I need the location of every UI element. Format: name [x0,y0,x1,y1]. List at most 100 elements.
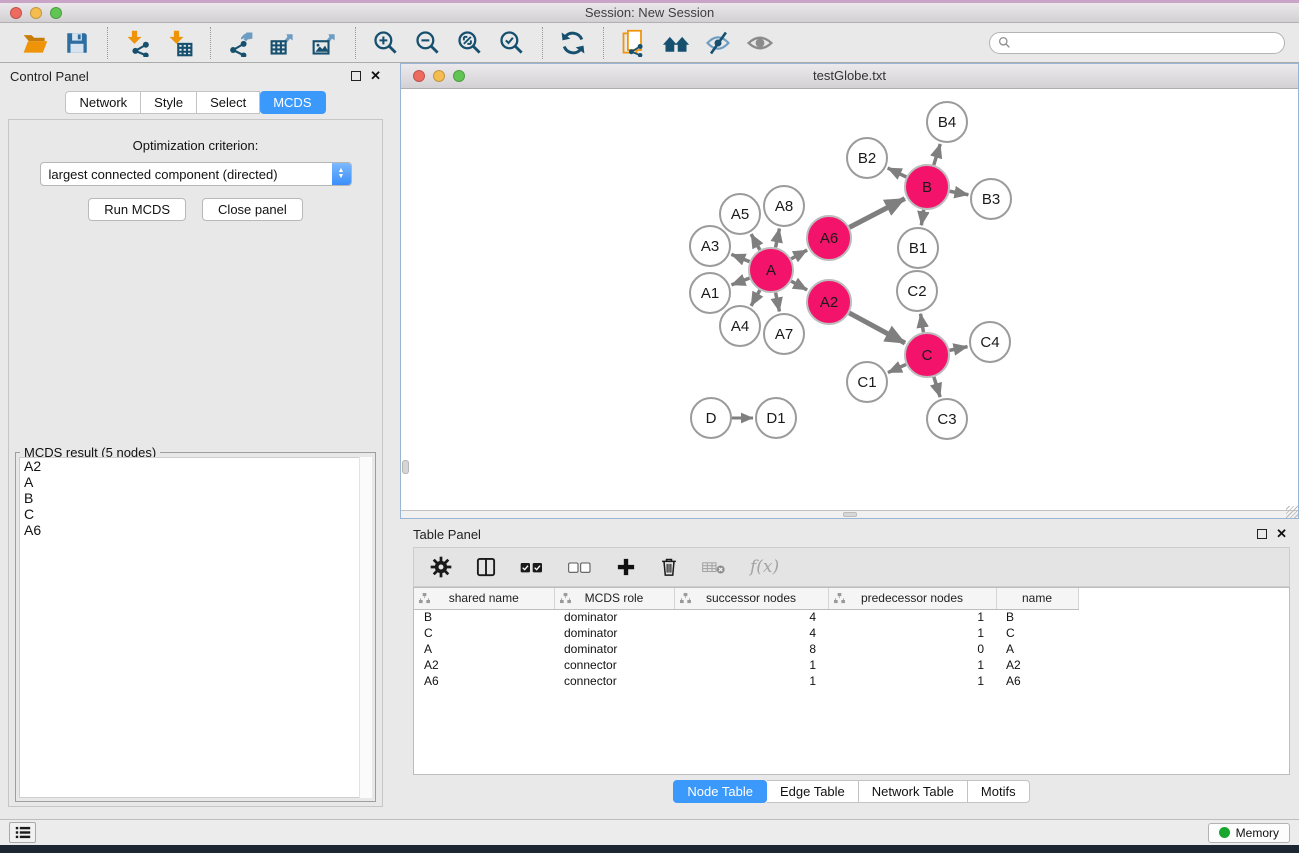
create-column-plus-icon[interactable] [616,557,636,577]
network-canvas[interactable]: AA1A2A3A4A5A6A7A8BB1B2B3B4CC1C2C3C4DD1 [401,90,1298,510]
graph-edge-A6-B[interactable] [849,199,904,228]
tab-network-table[interactable]: Network Table [859,780,968,803]
graph-node-C[interactable]: C [905,333,949,377]
export-image-icon[interactable] [309,27,341,59]
close-window-button[interactable] [10,7,22,19]
graph-node-A[interactable]: A [749,248,793,292]
import-table-icon[interactable] [164,27,196,59]
graph-edge-A-A7[interactable] [776,293,780,312]
network-zoom-button[interactable] [453,70,465,82]
column-header-MCDS-role[interactable]: MCDS role [554,588,674,609]
graph-node-D1[interactable]: D1 [756,398,796,438]
home-icon[interactable] [660,27,692,59]
tab-network[interactable]: Network [65,91,141,114]
graph-edge-C-C4[interactable] [950,347,968,351]
function-builder-icon[interactable]: f(x) [750,557,779,577]
graph-edge-A-A2[interactable] [791,281,807,290]
network-close-button[interactable] [413,70,425,82]
import-network-icon[interactable] [122,27,154,59]
graph-edge-B-B2[interactable] [888,168,907,177]
graph-edge-A-A5[interactable] [751,234,760,250]
zoom-in-icon[interactable] [370,27,402,59]
graph-node-A1[interactable]: A1 [690,273,730,313]
zoom-selected-icon[interactable] [496,27,528,59]
graph-node-A2[interactable]: A2 [807,280,851,324]
task-history-button[interactable] [9,822,36,843]
table-row[interactable]: A2connector11A2 [414,657,1078,673]
column-header-successor-nodes[interactable]: successor nodes [674,588,828,609]
delete-column-trash-icon[interactable] [660,557,678,577]
zoom-window-button[interactable] [50,7,62,19]
mcds-result-item[interactable]: A [20,474,371,490]
graph-edge-C-C2[interactable] [921,314,924,333]
graph-node-C4[interactable]: C4 [970,322,1010,362]
graph-edge-B-B1[interactable] [921,210,923,225]
window-resize-grip[interactable] [1286,506,1298,518]
graph-node-B2[interactable]: B2 [847,138,887,178]
zoom-fit-icon[interactable] [454,27,486,59]
column-header-predecessor-nodes[interactable]: predecessor nodes [828,588,996,609]
table-settings-gear-icon[interactable] [430,556,452,578]
canvas-hscroll[interactable] [401,510,1298,518]
mcds-result-item[interactable]: A2 [20,458,371,474]
hide-graphics-details-icon[interactable] [702,27,734,59]
graph-node-B4[interactable]: B4 [927,102,967,142]
graph-node-B1[interactable]: B1 [898,228,938,268]
criterion-select[interactable]: largest connected component (directed) ▲… [40,162,352,186]
graph-node-A6[interactable]: A6 [807,216,851,260]
delete-table-icon[interactable] [702,560,726,575]
graph-edge-B-B4[interactable] [934,144,940,165]
search-field[interactable] [989,32,1285,54]
tab-style[interactable]: Style [141,91,197,114]
close-panel-icon[interactable]: ✕ [370,71,381,81]
column-header-shared-name[interactable]: shared name [414,588,554,609]
memory-button[interactable]: Memory [1208,823,1290,843]
result-scrollbar[interactable] [359,457,372,798]
canvas-hscroll-thumb[interactable] [843,512,857,517]
mcds-result-item[interactable]: B [20,490,371,506]
export-table-icon[interactable] [267,27,299,59]
graph-edge-A-A4[interactable] [751,290,760,306]
mcds-result-item[interactable]: C [20,506,371,522]
show-eye-icon[interactable] [744,27,776,59]
search-input[interactable] [1016,36,1276,50]
graph-edge-C-C1[interactable] [888,364,906,372]
select-all-columns-icon[interactable] [520,560,544,574]
table-row[interactable]: Cdominator41C [414,625,1078,641]
minimize-window-button[interactable] [30,7,42,19]
tab-select[interactable]: Select [197,91,260,114]
run-mcds-button[interactable]: Run MCDS [88,198,186,221]
graph-node-B3[interactable]: B3 [971,179,1011,219]
float-table-panel-icon[interactable] [1257,529,1267,539]
graph-node-B[interactable]: B [905,165,949,209]
graph-node-D[interactable]: D [691,398,731,438]
graph-node-A8[interactable]: A8 [764,186,804,226]
tab-motifs[interactable]: Motifs [968,780,1030,803]
tab-edge-table[interactable]: Edge Table [767,780,859,803]
mcds-result-item[interactable]: A6 [20,522,371,538]
graph-edge-C-C3[interactable] [934,377,940,397]
tab-node-table[interactable]: Node Table [673,780,767,803]
graph-node-C1[interactable]: C1 [847,362,887,402]
graph-edge-A-A8[interactable] [776,229,780,248]
zoom-out-icon[interactable] [412,27,444,59]
close-table-panel-icon[interactable]: ✕ [1276,529,1287,539]
export-network-icon[interactable] [225,27,257,59]
graph-edge-A-A6[interactable] [791,250,807,259]
mcds-result-list[interactable]: A2ABCA6 [19,457,372,798]
graph-node-A4[interactable]: A4 [720,306,760,346]
table-row[interactable]: Bdominator41B [414,609,1078,625]
graph-edge-B-B3[interactable] [950,191,969,195]
open-file-icon[interactable] [19,27,51,59]
graph-edge-A-A3[interactable] [731,254,749,261]
unselect-all-columns-icon[interactable] [568,560,592,574]
graph-node-A5[interactable]: A5 [720,194,760,234]
network-window-titlebar[interactable]: testGlobe.txt [401,64,1298,89]
float-panel-icon[interactable] [351,71,361,81]
save-icon[interactable] [61,27,93,59]
graph-node-C2[interactable]: C2 [897,271,937,311]
table-row[interactable]: A6connector11A6 [414,673,1078,689]
column-header-name[interactable]: name [996,588,1078,609]
close-panel-button[interactable]: Close panel [202,198,303,221]
refresh-icon[interactable] [557,27,589,59]
